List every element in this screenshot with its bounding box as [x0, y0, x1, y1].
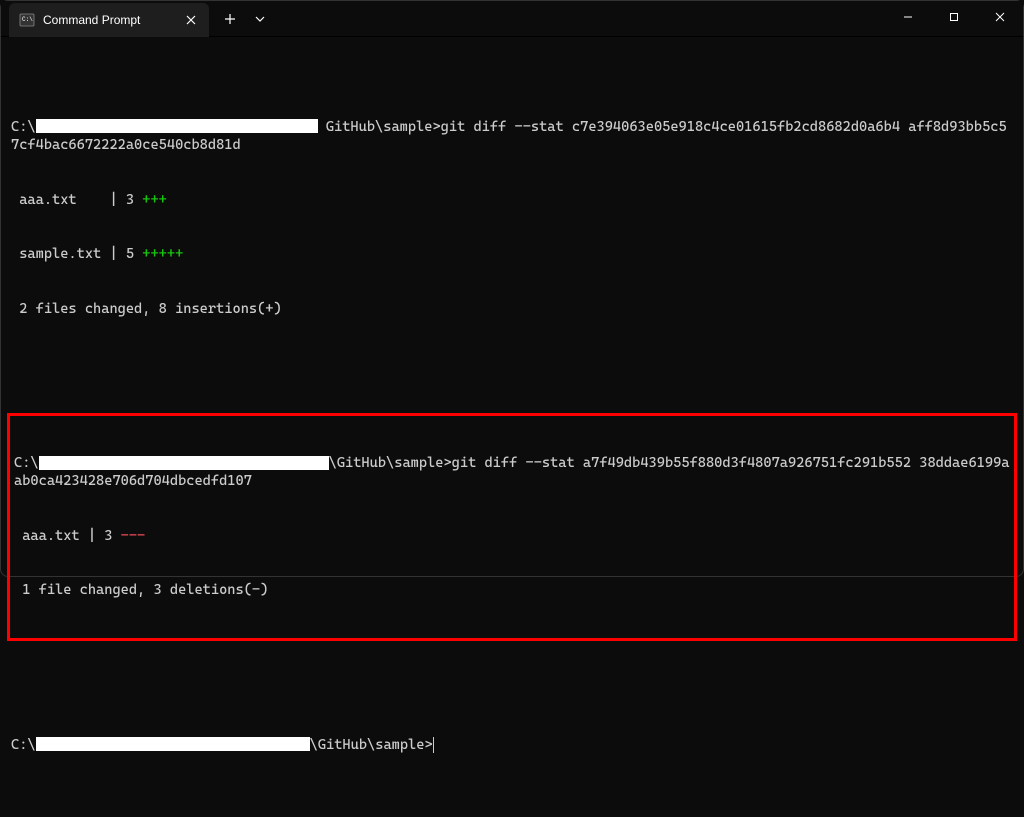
- prompt-suffix: \GitHub\sample>: [329, 455, 452, 471]
- titlebar: C:\ Command Prompt: [1, 1, 1023, 37]
- stat-file: sample.txt | 5: [11, 246, 142, 262]
- window-controls: [885, 1, 1023, 33]
- maximize-button[interactable]: [931, 1, 977, 33]
- close-tab-icon[interactable]: [183, 12, 199, 28]
- stat-plus-marks: +++++: [142, 246, 183, 262]
- highlight-annotation: C:\\GitHub\sample>git diff --stat a7f49d…: [7, 413, 1017, 641]
- redacted-path: [36, 119, 318, 133]
- prompt-suffix: GitHub\sample>: [318, 119, 441, 135]
- redacted-path: [39, 456, 329, 470]
- stat-summary: 2 files changed, 8 insertions(+): [11, 300, 1013, 318]
- command-block-1: C:\ GitHub\sample>git diff --stat c7e394…: [11, 81, 1013, 354]
- tab-command-prompt[interactable]: C:\ Command Prompt: [9, 3, 209, 37]
- stat-plus-marks: +++: [142, 192, 167, 208]
- cmd-icon: C:\: [19, 12, 35, 28]
- text-cursor: [433, 737, 434, 753]
- stat-minus-marks: ---: [121, 528, 146, 544]
- prompt-text: C:\: [11, 119, 36, 135]
- stat-file: aaa.txt | 3: [14, 528, 121, 544]
- close-window-button[interactable]: [977, 1, 1023, 33]
- minimize-button[interactable]: [885, 1, 931, 33]
- stat-summary: 1 file changed, 3 deletions(-): [14, 581, 1010, 599]
- prompt-suffix: \GitHub\sample>: [310, 737, 433, 753]
- command-block-3: C:\ \GitHub\sample>: [11, 700, 1013, 791]
- svg-text:C:\: C:\: [22, 16, 33, 23]
- new-tab-button[interactable]: [215, 4, 245, 34]
- prompt-text: C:\: [11, 737, 36, 753]
- stat-file: aaa.txt | 3: [11, 192, 142, 208]
- tab-dropdown-button[interactable]: [245, 4, 275, 34]
- terminal-output[interactable]: C:\ GitHub\sample>git diff --stat c7e394…: [1, 37, 1023, 817]
- prompt-text: C:\: [14, 455, 39, 471]
- tab-title: Command Prompt: [43, 13, 175, 27]
- redacted-path: [36, 737, 310, 751]
